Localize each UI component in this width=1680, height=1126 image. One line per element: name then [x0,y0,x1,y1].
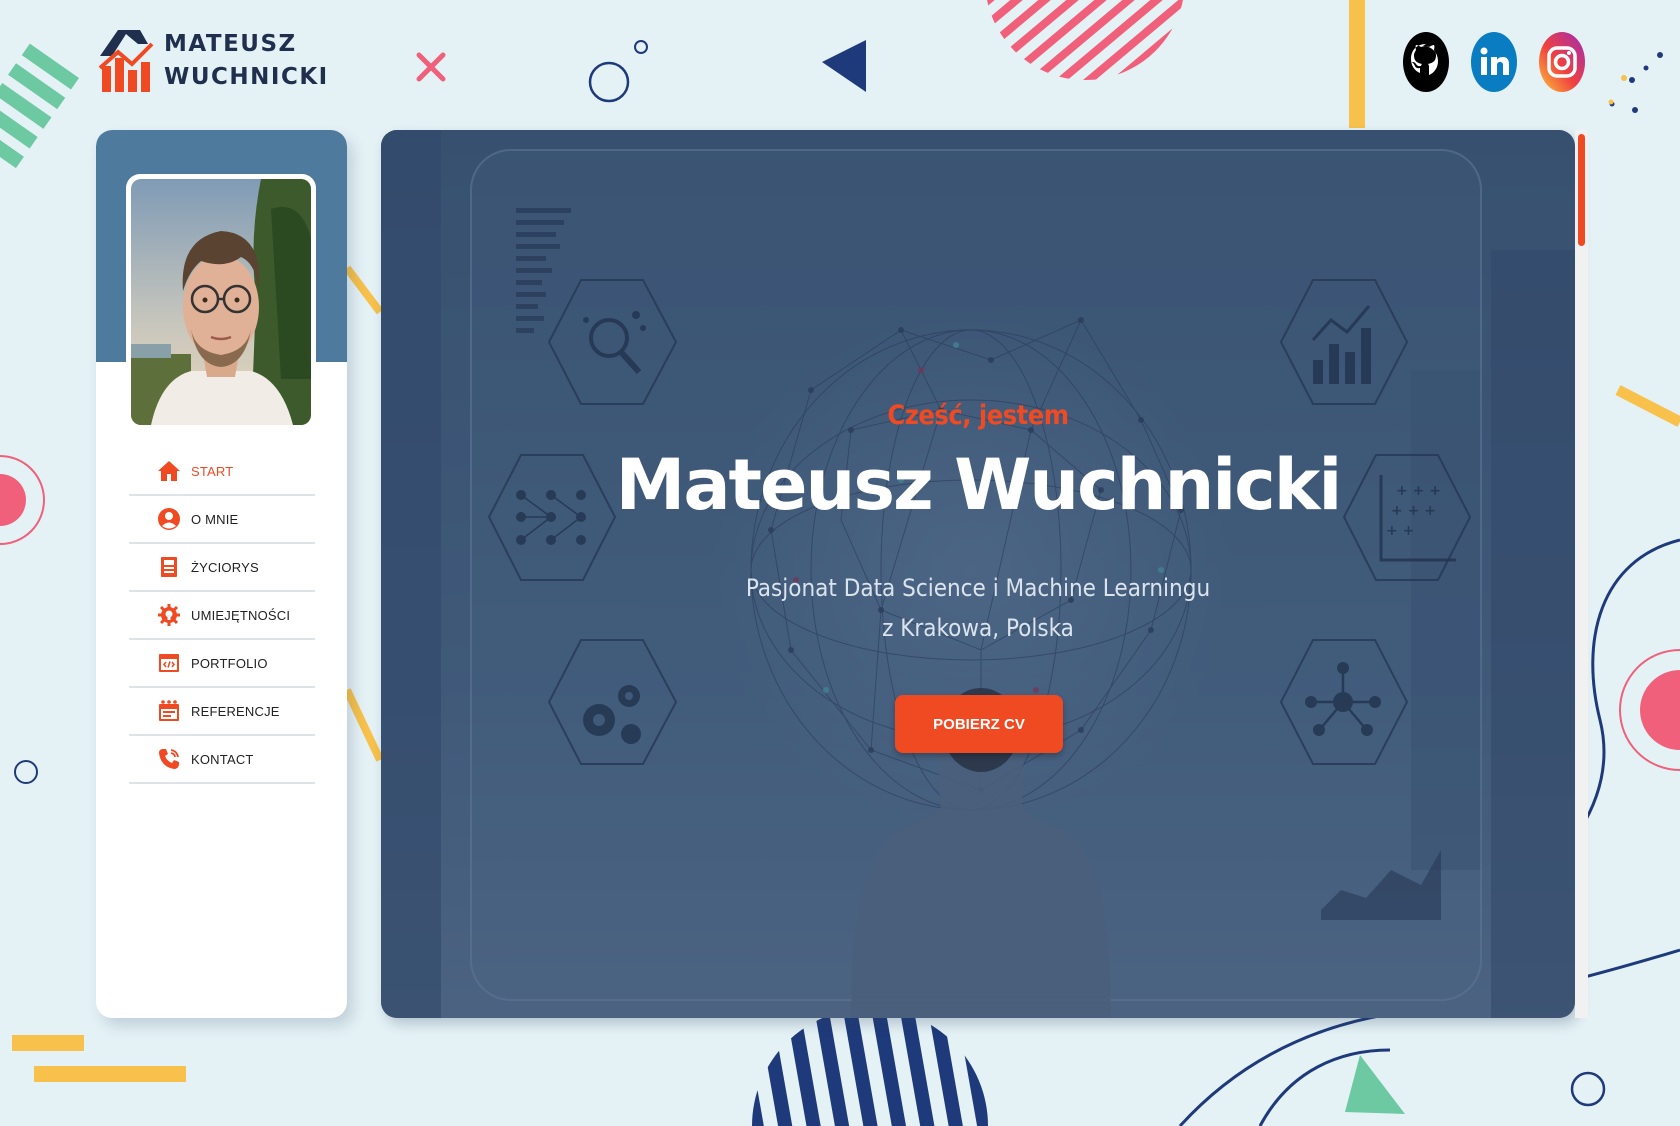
profile-photo-frame [126,174,316,430]
home-icon [156,458,182,484]
scrollbar-thumb[interactable] [1578,134,1585,246]
nav-label: KONTACT [191,751,254,767]
tagline-line-1: Pasjonat Data Science i Machine Learning… [745,574,1211,602]
user-icon [156,506,182,532]
phone-icon [156,746,182,772]
nav-label: O MNIE [191,511,239,527]
hero-name: Mateusz Wuchnicki [615,444,1343,526]
nav-label: REFERENCJE [191,703,280,719]
nav-item-contact[interactable]: KONTACT [129,736,315,784]
hero-greeting: Cześć, jestem [887,400,1069,431]
nav-label: START [191,463,234,479]
code-window-icon [156,650,182,676]
profile-photo [131,179,311,425]
download-cv-button[interactable]: POBIERZ CV [895,695,1063,753]
linkedin-icon [1471,32,1517,92]
github-link[interactable] [1402,30,1450,94]
nav-label: PORTFOLIO [191,655,268,671]
nav-item-about[interactable]: O MNIE [129,496,315,544]
linkedin-link[interactable] [1470,30,1518,94]
nav-item-resume[interactable]: ŻYCIORYS [129,544,315,592]
sidebar: START O MNIE ŻYCIORYS UMIEJĘTNOŚCI PORTF… [96,130,347,1018]
social-links [1402,30,1586,94]
nav-label: UMIEJĘTNOŚCI [191,607,291,623]
main-navigation: START O MNIE ŻYCIORYS UMIEJĘTNOŚCI PORTF… [129,448,315,784]
instagram-link[interactable] [1538,30,1586,94]
site-logo[interactable]: MATEUSZ WUCHNICKI [96,26,329,96]
gear-bulb-icon [156,602,182,628]
hero-section: + + + + + + + + Cześć, jestem Mateusz Wuch… [381,130,1575,1018]
calendar-icon [156,698,182,724]
github-icon [1403,32,1449,92]
logo-line-1: MATEUSZ [164,31,297,57]
tagline-line-2: z Krakowa, Polska [882,614,1074,642]
bar-chart-logo-icon [98,30,154,92]
nav-label: ŻYCIORYS [191,559,259,575]
instagram-icon [1539,32,1585,92]
resume-icon [156,554,182,580]
logo-line-2: WUCHNICKI [164,64,329,90]
nav-item-references[interactable]: REFERENCJE [129,688,315,736]
scrollbar[interactable] [1575,130,1588,1018]
nav-item-portfolio[interactable]: PORTFOLIO [129,640,315,688]
nav-item-start[interactable]: START [129,448,315,496]
hero-tagline: Pasjonat Data Science i Machine Learning… [381,568,1575,648]
nav-item-skills[interactable]: UMIEJĘTNOŚCI [129,592,315,640]
